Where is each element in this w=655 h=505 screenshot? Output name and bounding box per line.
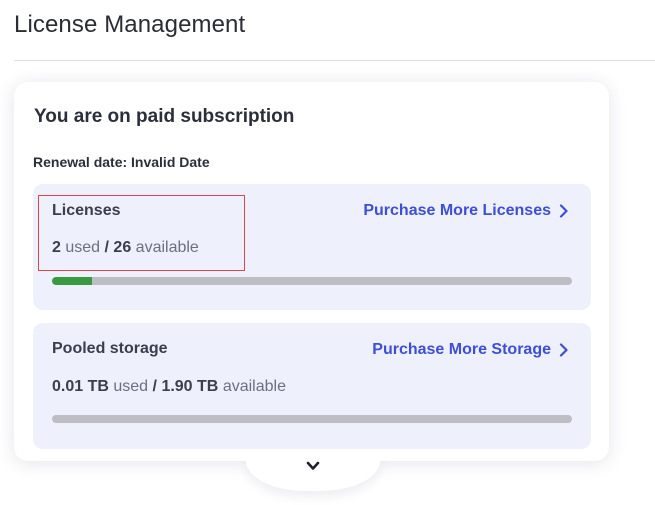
renewal-date: Renewal date: Invalid Date xyxy=(33,154,210,170)
licenses-used-label: used xyxy=(65,239,101,256)
storage-available-label: available xyxy=(222,378,286,395)
purchase-licenses-label: Purchase More Licenses xyxy=(363,202,551,219)
purchase-licenses-link[interactable]: Purchase More Licenses xyxy=(363,202,569,220)
subscription-title: You are on paid subscription xyxy=(34,106,295,127)
chevron-down-icon xyxy=(306,461,320,470)
licenses-separator: / xyxy=(104,239,109,256)
page-title: License Management xyxy=(14,11,246,38)
licenses-heading: Licenses xyxy=(52,202,121,219)
chevron-right-icon xyxy=(559,204,568,218)
subscription-card: You are on paid subscription Renewal dat… xyxy=(14,82,609,461)
storage-used-label: used xyxy=(113,378,149,395)
title-divider xyxy=(14,60,655,61)
storage-used-value: 0.01 TB xyxy=(52,378,109,395)
storage-separator: / xyxy=(152,378,157,395)
purchase-storage-link[interactable]: Purchase More Storage xyxy=(372,341,569,359)
licenses-available-label: available xyxy=(135,239,199,256)
licenses-panel: Licenses Purchase More Licenses 2 used /… xyxy=(33,184,591,310)
licenses-progress-bar xyxy=(52,277,572,285)
storage-usage: 0.01 TB used / 1.90 TB available xyxy=(52,378,286,396)
purchase-storage-label: Purchase More Storage xyxy=(372,341,551,358)
storage-available-value: 1.90 TB xyxy=(161,378,219,395)
storage-progress-bar xyxy=(52,415,572,423)
licenses-progress-fill xyxy=(52,277,92,285)
licenses-available-value: 26 xyxy=(113,239,132,256)
licenses-used-value: 2 xyxy=(52,239,61,256)
licenses-usage: 2 used / 26 available xyxy=(52,239,199,257)
storage-heading: Pooled storage xyxy=(52,340,168,357)
expand-toggle[interactable] xyxy=(246,459,380,491)
storage-panel: Pooled storage Purchase More Storage 0.0… xyxy=(33,323,591,449)
chevron-right-icon xyxy=(559,343,568,357)
